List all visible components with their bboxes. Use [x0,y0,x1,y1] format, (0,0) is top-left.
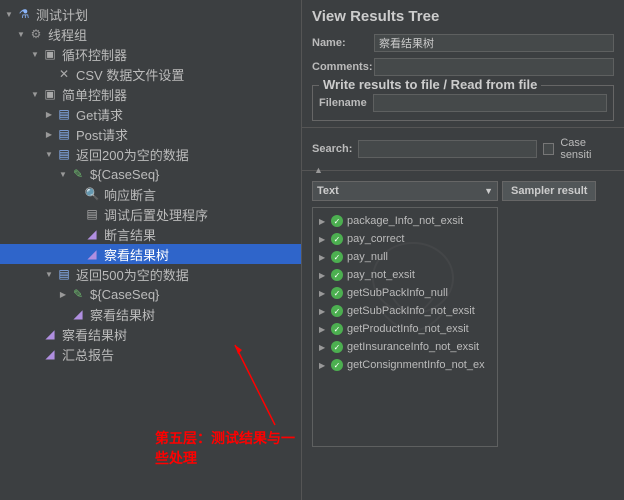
tree-view-results-1[interactable]: ◢察看结果树 [0,244,301,264]
doc-icon: ▤ [84,206,100,222]
tree-post-request[interactable]: ▤Post请求 [0,124,301,144]
flask-icon: ⚗ [16,6,32,22]
tree-thread-group[interactable]: ⚙线程组 [0,24,301,44]
chart-icon: ◢ [70,306,86,322]
success-icon: ✓ [331,251,343,263]
comments-label: Comments: [312,61,374,73]
success-icon: ✓ [331,323,343,335]
chart-icon: ◢ [84,246,100,262]
tree-loop-controller[interactable]: ▣循环控制器 [0,44,301,64]
folder-icon: ▣ [42,46,58,62]
filename-label: Filename [319,97,373,109]
chevron-down-icon: ▼ [484,186,493,196]
tree-caseseq-1[interactable]: ✎${CaseSeq} [0,164,301,184]
page-icon: ▤ [56,146,72,162]
sampler-result-tab[interactable]: Sampler result [502,181,596,201]
name-label: Name: [312,37,374,49]
tree-view-results-2[interactable]: ◢察看结果树 [0,304,301,324]
name-input[interactable] [374,34,614,52]
wrench-icon: ✕ [56,66,72,82]
results-list: ▶✓package_Info_not_exsit▶✓pay_correct▶✓p… [312,207,498,447]
expand-icon: ▶ [319,271,327,280]
tree-root[interactable]: ⚗测试计划 [0,4,301,24]
success-icon: ✓ [331,359,343,371]
panel-title: View Results Tree [302,0,624,31]
tree-simple-controller[interactable]: ▣简单控制器 [0,84,301,104]
expand-icon: ▶ [319,343,327,352]
chart-icon: ◢ [42,346,58,362]
case-checkbox[interactable] [543,143,554,155]
folder-icon: ▣ [42,86,58,102]
tree-caseseq-2[interactable]: ✎${CaseSeq} [0,284,301,304]
expand-icon: ▶ [319,289,327,298]
success-icon: ✓ [331,287,343,299]
expand-icon: ▶ [319,253,327,262]
search-input[interactable] [358,140,537,158]
test-plan-tree: ⚗测试计划 ⚙线程组 ▣循环控制器 ✕CSV 数据文件设置 ▣简单控制器 ▤Ge… [0,0,301,368]
watermark [353,228,473,368]
success-icon: ✓ [331,341,343,353]
success-icon: ✓ [331,233,343,245]
success-icon: ✓ [331,215,343,227]
expand-icon: ▶ [319,217,327,226]
comments-input[interactable] [374,58,614,76]
tree-response-assertion[interactable]: 🔍响应断言 [0,184,301,204]
file-fieldset: Write results to file / Read from file F… [312,85,614,121]
tree-return500[interactable]: ▤返回500为空的数据 [0,264,301,284]
case-label: Case sensiti [560,137,614,161]
page-icon: ▤ [56,106,72,122]
tree-csv-config[interactable]: ✕CSV 数据文件设置 [0,64,301,84]
success-icon: ✓ [331,305,343,317]
page-icon: ▤ [56,266,72,282]
success-icon: ✓ [331,269,343,281]
collapse-icon[interactable]: ▲ [314,165,323,175]
tree-summary-report[interactable]: ◢汇总报告 [0,344,301,364]
search-icon: 🔍 [84,186,100,202]
tree-view-results-3[interactable]: ◢察看结果树 [0,324,301,344]
expand-icon: ▶ [319,361,327,370]
pencil-icon: ✎ [70,166,86,182]
expand-icon: ▶ [319,307,327,316]
tree-postprocessor[interactable]: ▤调试后置处理程序 [0,204,301,224]
tree-return200[interactable]: ▤返回200为空的数据 [0,144,301,164]
pencil-icon: ✎ [70,286,86,302]
gear-icon: ⚙ [28,26,44,42]
chart-icon: ◢ [42,326,58,342]
annotation-text: 第五层：测试结果与一些处理 [155,428,301,468]
filename-input[interactable] [373,94,607,112]
expand-icon: ▶ [319,235,327,244]
tree-assertion-results[interactable]: ◢断言结果 [0,224,301,244]
page-icon: ▤ [56,126,72,142]
expand-icon: ▶ [319,325,327,334]
search-label: Search: [312,143,352,155]
tree-get-request[interactable]: ▤Get请求 [0,104,301,124]
chart-icon: ◢ [84,226,100,242]
renderer-combo[interactable]: Text ▼ [312,181,498,201]
